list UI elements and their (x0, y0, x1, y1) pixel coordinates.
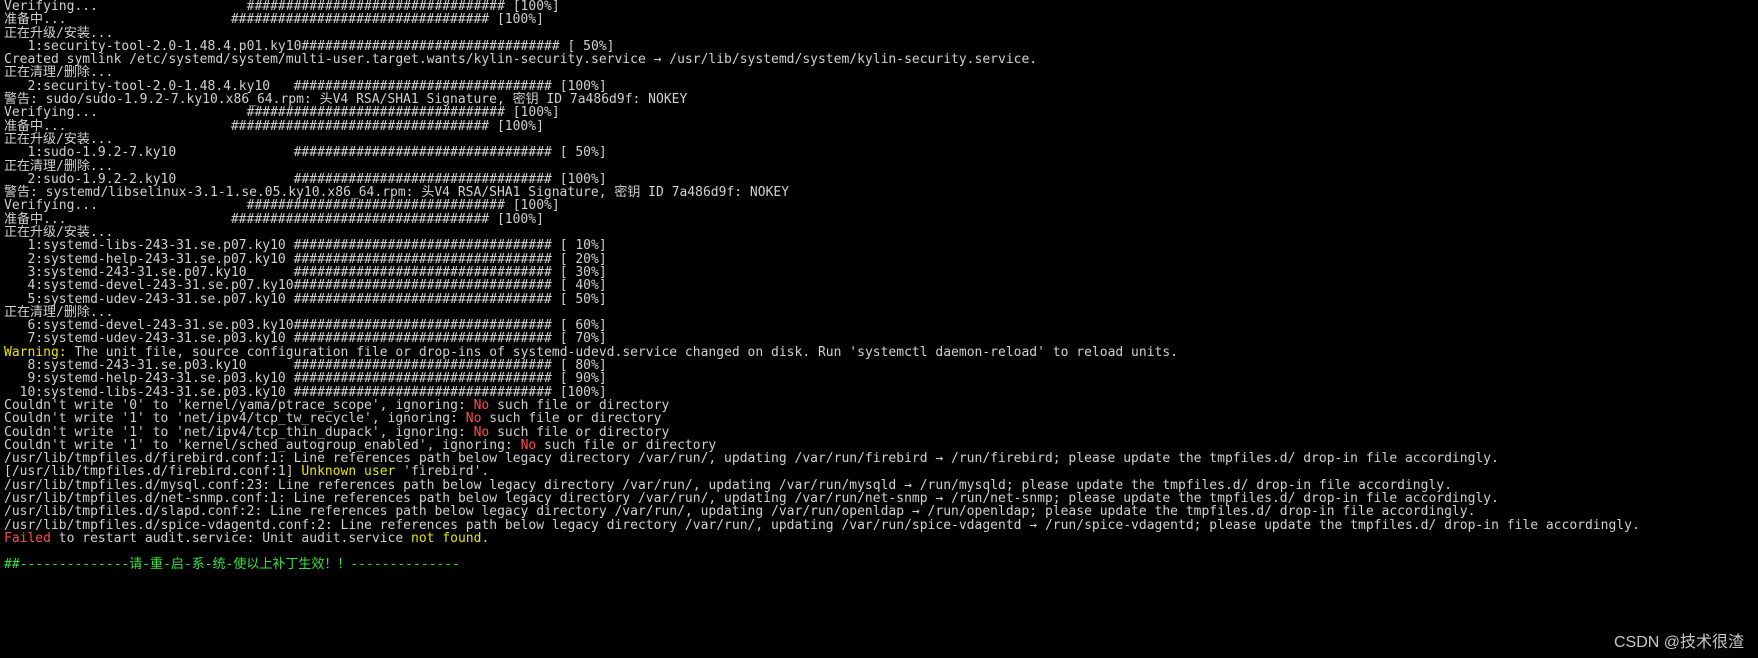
terminal-line: 正在清理/删除... (4, 66, 1754, 79)
terminal-line: 3:systemd-243-31.se.p07.ky10 ###########… (4, 266, 1754, 279)
terminal-segment: to restart audit.service: Unit audit.ser… (51, 531, 411, 546)
terminal-line: 准备中... #################################… (4, 213, 1754, 226)
terminal-line: /usr/lib/tmpfiles.d/spice-vdagentd.conf:… (4, 519, 1754, 532)
terminal-line: 1:systemd-libs-243-31.se.p07.ky10 ######… (4, 239, 1754, 252)
terminal-segment: Created symlink /etc/systemd/system/mult… (4, 52, 1037, 67)
terminal-line: Couldn't write '1' to 'net/ipv4/tcp_tw_r… (4, 412, 1754, 425)
terminal-line: Warning: The unit file, source configura… (4, 346, 1754, 359)
terminal-line: /usr/lib/tmpfiles.d/mysql.conf:23: Line … (4, 479, 1754, 492)
watermark-text: CSDN @技术很渣 (1614, 628, 1744, 652)
terminal-line: 警告: systemd/libselinux-3.1-1.se.05.ky10.… (4, 186, 1754, 199)
terminal-line: 4:systemd-devel-243-31.se.p07.ky10######… (4, 279, 1754, 292)
terminal-segment: ##--------------请-重-启-系-统-使以上补丁生效！！-----… (4, 557, 460, 572)
terminal-line: /usr/lib/tmpfiles.d/net-snmp.conf:1: Lin… (4, 492, 1754, 505)
terminal-line: 1:sudo-1.9.2-7.ky10 ####################… (4, 146, 1754, 159)
terminal-line: 7:systemd-udev-243-31.se.p03.ky10 ######… (4, 332, 1754, 345)
terminal-segment: . (481, 531, 489, 546)
terminal-line: 正在升级/安装... (4, 133, 1754, 146)
terminal-line: 5:systemd-udev-243-31.se.p07.ky10 ######… (4, 293, 1754, 306)
terminal-line: /usr/lib/tmpfiles.d/firebird.conf:1: Lin… (4, 452, 1754, 465)
terminal-line: 10:systemd-libs-243-31.se.p03.ky10 #####… (4, 386, 1754, 399)
terminal-line: ##--------------请-重-启-系-统-使以上补丁生效！！-----… (4, 558, 1754, 571)
terminal-line: 1:security-tool-2.0-1.48.4.p01.ky10#####… (4, 40, 1754, 53)
terminal-line: 正在清理/删除... (4, 306, 1754, 319)
terminal-line: 正在清理/删除... (4, 160, 1754, 173)
terminal-line: Couldn't write '1' to 'kernel/sched_auto… (4, 439, 1754, 452)
terminal-line: 8:systemd-243-31.se.p03.ky10 ###########… (4, 359, 1754, 372)
terminal-output: Verifying... ###########################… (0, 0, 1758, 572)
terminal-line: 6:systemd-devel-243-31.se.p03.ky10######… (4, 319, 1754, 332)
terminal-line: 正在升级/安装... (4, 27, 1754, 40)
terminal-line: 警告: sudo/sudo-1.9.2-7.ky10.x86_64.rpm: 头… (4, 93, 1754, 106)
terminal-line: Verifying... ###########################… (4, 199, 1754, 212)
terminal-line: [/usr/lib/tmpfiles.d/firebird.conf:1] Un… (4, 465, 1754, 478)
terminal-segment: not found (411, 531, 481, 546)
terminal-line: /usr/lib/tmpfiles.d/slapd.conf:2: Line r… (4, 505, 1754, 518)
terminal-line: 准备中... #################################… (4, 13, 1754, 26)
terminal-line: Created symlink /etc/systemd/system/mult… (4, 53, 1754, 66)
terminal-line: 正在升级/安装... (4, 226, 1754, 239)
terminal-line: Verifying... ###########################… (4, 106, 1754, 119)
terminal-line: 9:systemd-help-243-31.se.p03.ky10 ######… (4, 372, 1754, 385)
terminal-line: 准备中... #################################… (4, 120, 1754, 133)
terminal-line: Failed to restart audit.service: Unit au… (4, 532, 1754, 545)
terminal-line: 2:systemd-help-243-31.se.p07.ky10 ######… (4, 253, 1754, 266)
terminal-line: Couldn't write '0' to 'kernel/yama/ptrac… (4, 399, 1754, 412)
terminal-line: Couldn't write '1' to 'net/ipv4/tcp_thin… (4, 426, 1754, 439)
